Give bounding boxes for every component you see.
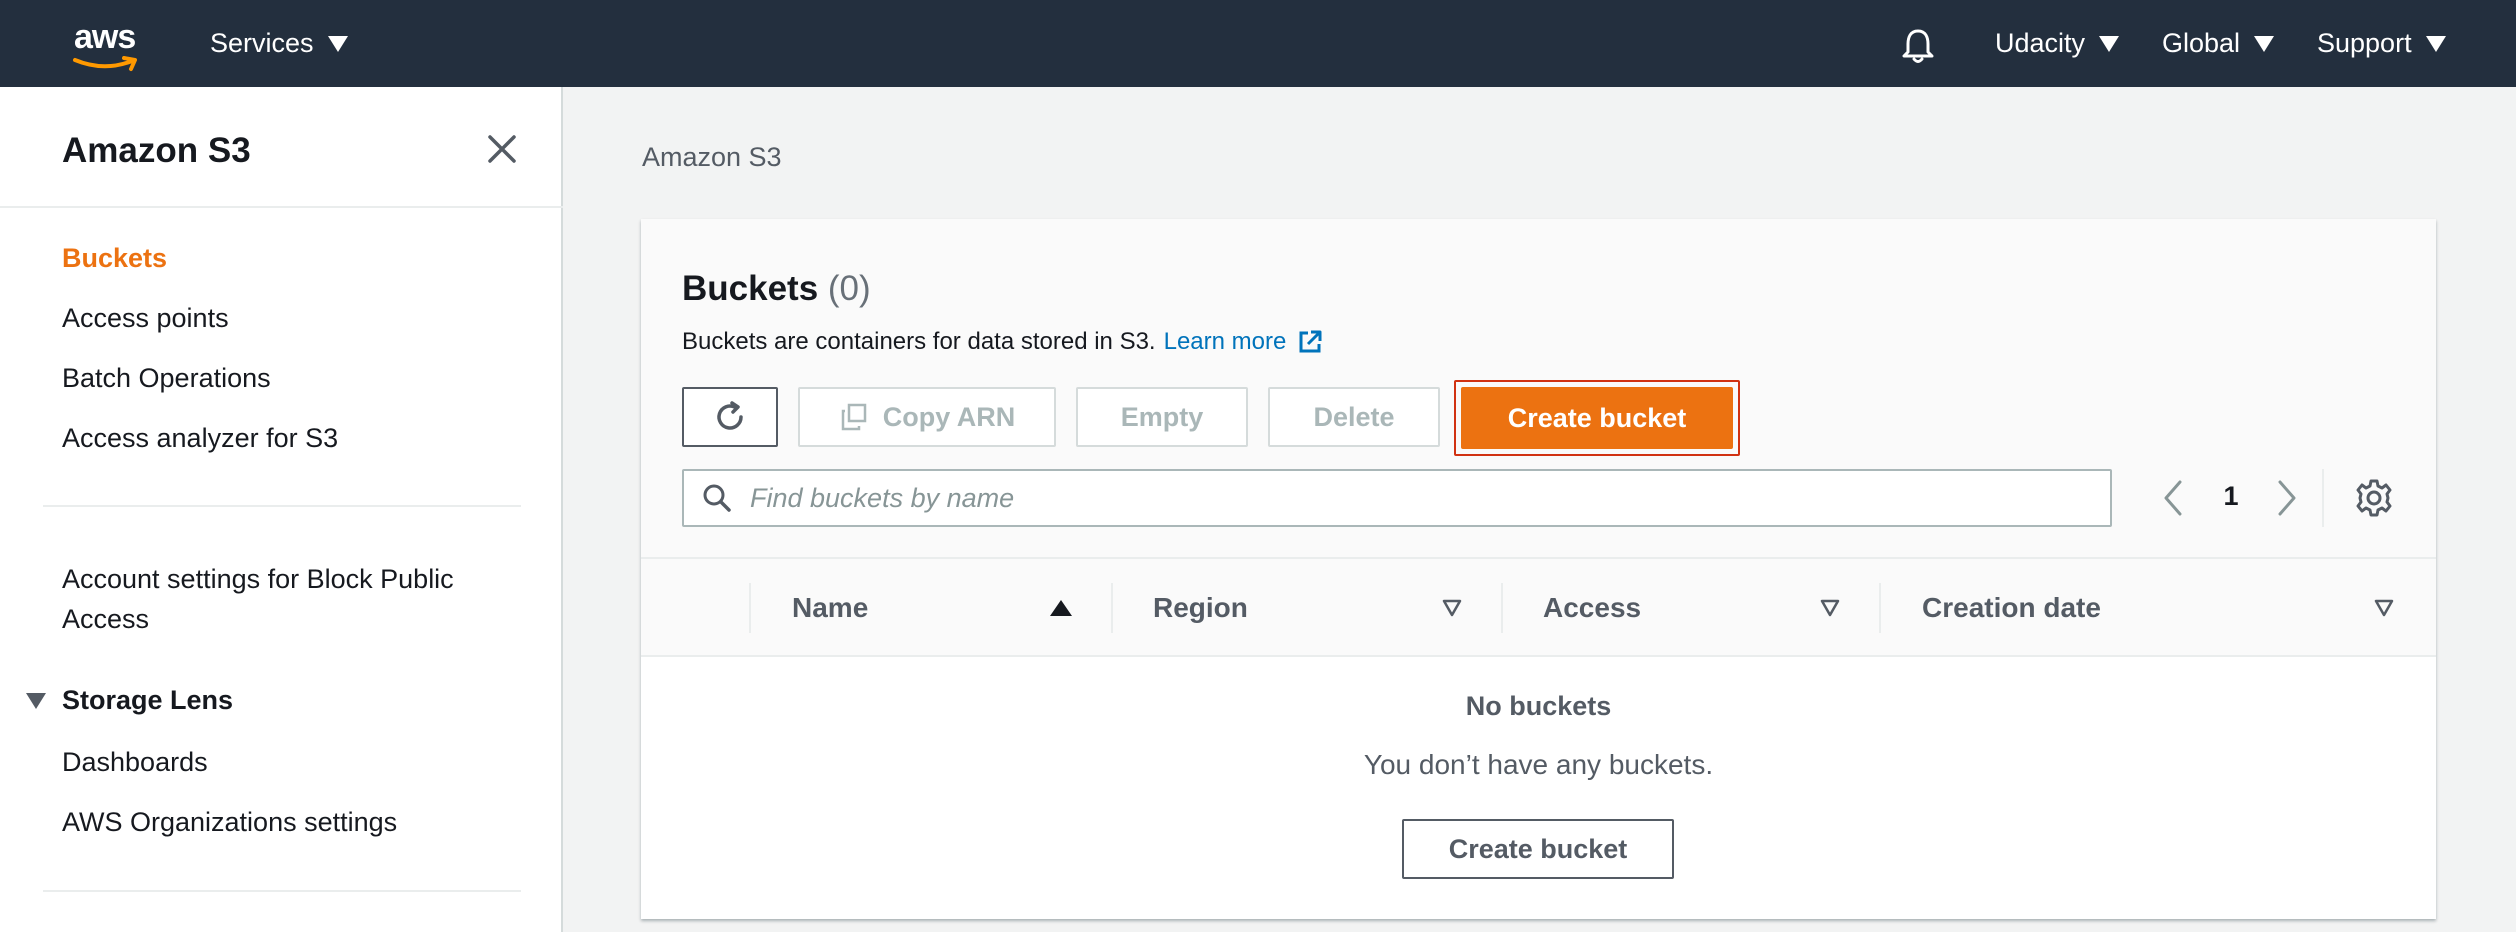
column-header-access-label: Access [1543, 592, 1642, 623]
aws-logo-text: aws [74, 18, 136, 56]
sidebar-item-access-points[interactable]: Access points [62, 298, 229, 338]
sidebar-item-dashboards[interactable]: Dashboards [62, 742, 208, 782]
create-bucket-button[interactable]: Create bucket [1461, 387, 1733, 449]
column-divider [749, 583, 751, 633]
column-header-name[interactable]: Name [792, 559, 868, 657]
services-menu-label: Services [210, 28, 314, 58]
copy-arn-label: Copy ARN [882, 401, 1016, 432]
column-header-name-label: Name [792, 592, 869, 623]
services-menu[interactable]: Services [210, 0, 348, 87]
sidebar-item-account-settings[interactable]: Account settings for Block Public Access [62, 559, 454, 639]
support-menu[interactable]: Support [2317, 0, 2446, 87]
top-navigation: aws Services Udacity Global Support [0, 0, 2516, 87]
sidebar-item-account-settings-line1: Account settings for Block Public [62, 564, 454, 594]
breadcrumb[interactable]: Amazon S3 [642, 142, 782, 173]
column-header-access[interactable]: Access [1543, 559, 1641, 657]
sidebar-item-access-analyzer[interactable]: Access analyzer for S3 [62, 418, 338, 458]
column-header-region[interactable]: Region [1153, 559, 1248, 657]
learn-more-link[interactable]: Learn more [1164, 328, 1287, 356]
table-header: Name Region Access Creation date [641, 559, 2436, 657]
buckets-count: (0) [827, 269, 871, 308]
caret-down-icon [327, 35, 348, 52]
column-header-creation-date[interactable]: Creation date [1922, 559, 2101, 657]
sidebar-divider [43, 505, 521, 507]
region-menu[interactable]: Global [2162, 0, 2275, 87]
sidebar-item-aws-organizations-settings[interactable]: AWS Organizations settings [62, 802, 397, 842]
support-menu-label: Support [2317, 28, 2412, 58]
column-divider [1501, 583, 1503, 633]
empty-button[interactable]: Empty [1076, 387, 1248, 447]
gear-icon[interactable] [2353, 477, 2395, 519]
chevron-left-icon[interactable] [2154, 476, 2194, 520]
caret-down-icon [2254, 35, 2275, 52]
sort-descending-icon[interactable] [2374, 599, 2394, 617]
column-header-creation-date-label: Creation date [1922, 592, 2101, 623]
sidebar-divider [43, 890, 521, 892]
delete-button[interactable]: Delete [1268, 387, 1440, 447]
buckets-description: Buckets are containers for data stored i… [682, 328, 1324, 356]
sidebar-group-storage-lens[interactable]: Storage Lens [26, 685, 233, 716]
sort-descending-icon[interactable] [1442, 599, 1462, 617]
buckets-description-text: Buckets are containers for data stored i… [682, 328, 1156, 355]
column-header-region-label: Region [1153, 592, 1248, 623]
search-icon [703, 484, 731, 512]
caret-down-icon [2425, 35, 2446, 52]
pager-divider [2322, 469, 2324, 527]
aws-logo[interactable]: aws [72, 18, 144, 71]
sidebar: Amazon S3 Buckets Access points Batch Op… [0, 87, 563, 932]
empty-state-create-bucket-button[interactable]: Create bucket [1402, 819, 1674, 879]
caret-down-icon [2099, 35, 2120, 52]
search-input[interactable] [750, 482, 2050, 514]
sidebar-divider [0, 206, 563, 208]
copy-arn-button[interactable]: Copy ARN [798, 387, 1056, 447]
refresh-button[interactable] [682, 387, 778, 447]
chevron-right-icon[interactable] [2266, 476, 2306, 520]
aws-smile-icon [73, 56, 137, 71]
sidebar-item-account-settings-line2: Access [62, 604, 150, 634]
copy-icon [841, 403, 866, 431]
close-icon[interactable] [484, 131, 520, 167]
external-link-icon[interactable] [1296, 328, 1324, 356]
sidebar-group-storage-lens-label: Storage Lens [62, 685, 234, 715]
account-menu-label: Udacity [1995, 28, 2086, 58]
bell-icon[interactable] [1898, 26, 1938, 66]
triangle-down-icon [26, 692, 46, 709]
sidebar-item-buckets[interactable]: Buckets [62, 238, 167, 278]
buckets-panel-header: Buckets (0) Buckets are containers for d… [641, 219, 2436, 559]
sort-ascending-icon[interactable] [1050, 600, 1072, 616]
page-number[interactable]: 1 [2216, 481, 2246, 512]
column-divider [1111, 583, 1113, 633]
buckets-panel: Buckets (0) Buckets are containers for d… [641, 219, 2436, 919]
region-menu-label: Global [2162, 28, 2241, 58]
column-divider [1879, 583, 1881, 633]
sort-descending-icon[interactable] [1820, 599, 1840, 617]
page-title: Buckets (0) [682, 269, 871, 309]
sidebar-title: Amazon S3 [62, 131, 251, 170]
buckets-title: Buckets [682, 269, 819, 308]
refresh-icon [717, 401, 743, 430]
empty-state-title: No buckets [1465, 691, 1612, 721]
create-bucket-highlight: Create bucket [1454, 380, 1740, 456]
sidebar-item-batch-operations[interactable]: Batch Operations [62, 358, 271, 398]
account-menu[interactable]: Udacity [1995, 0, 2120, 87]
search-box[interactable] [682, 469, 2112, 527]
empty-state-description: You don’t have any buckets. [1363, 749, 1714, 780]
